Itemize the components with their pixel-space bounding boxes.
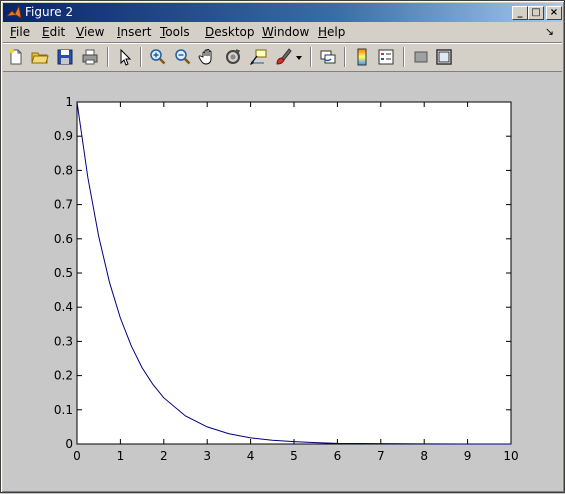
data-point xyxy=(272,440,273,441)
matlab-logo-icon xyxy=(6,5,22,19)
data-point xyxy=(98,236,99,237)
new-figure-icon[interactable] xyxy=(6,47,26,67)
pan-hand-icon[interactable] xyxy=(198,47,218,67)
x-tick-label: 2 xyxy=(160,449,168,463)
data-point xyxy=(152,384,153,385)
menu-file[interactable]: File xyxy=(10,25,30,39)
minimize-button[interactable]: _ xyxy=(512,6,528,20)
menu-dock-arrow-icon[interactable]: ↘ xyxy=(545,25,554,38)
data-point xyxy=(228,433,229,434)
menu-tools[interactable]: Tools xyxy=(160,25,190,39)
data-point xyxy=(87,177,88,178)
y-tick-label: 0.9 xyxy=(54,129,73,143)
open-file-icon[interactable] xyxy=(30,47,50,67)
x-tick-label: 10 xyxy=(503,449,518,463)
menu-view[interactable]: View xyxy=(76,25,104,39)
hide-plot-tools-icon[interactable] xyxy=(411,47,431,67)
link-plot-icon[interactable] xyxy=(318,47,338,67)
data-cursor-icon[interactable] xyxy=(248,47,268,67)
y-tick-label: 1 xyxy=(65,95,73,109)
data-point xyxy=(467,443,468,444)
figure-window: Figure 2 _ □ × File Edit View Insert Too… xyxy=(0,0,565,493)
toolbar-separator xyxy=(310,47,312,67)
title-bar[interactable]: Figure 2 _ □ × xyxy=(3,3,562,22)
y-tick-label: 0.7 xyxy=(54,198,73,212)
data-point xyxy=(510,443,511,444)
menu-edit[interactable]: Edit xyxy=(42,25,65,39)
x-tick-label: 5 xyxy=(290,449,298,463)
data-point xyxy=(76,101,77,102)
data-point xyxy=(337,443,338,444)
show-plot-tools-icon[interactable] xyxy=(434,47,454,67)
y-tick-label: 0.3 xyxy=(54,334,73,348)
data-point xyxy=(207,426,208,427)
plot-svg[interactable]: 0 1 2 3 4 5 6 7 8 9 10 0 0.1 0.2 0.3 0.4 0.5 0.6 0.7 0.8 0.9… xyxy=(3,72,562,491)
data-point xyxy=(109,282,110,283)
menu-window[interactable]: Window xyxy=(262,25,309,39)
y-tick-label: 0 xyxy=(65,437,73,451)
y-tick-label: 0.2 xyxy=(54,369,73,383)
data-point xyxy=(131,345,132,346)
x-tick-label: 4 xyxy=(247,449,255,463)
brush-icon[interactable] xyxy=(273,47,293,67)
y-tick-label: 0.4 xyxy=(54,300,73,314)
insert-legend-icon[interactable] xyxy=(376,47,396,67)
data-point xyxy=(424,443,425,444)
toolbar-separator xyxy=(344,47,346,67)
print-icon[interactable] xyxy=(80,47,100,67)
rotate-3d-icon[interactable] xyxy=(223,47,243,67)
x-tick-label: 1 xyxy=(117,449,125,463)
brush-dropdown-icon[interactable] xyxy=(294,47,304,67)
data-point xyxy=(142,367,143,368)
save-icon[interactable] xyxy=(55,47,75,67)
x-tick-label: 7 xyxy=(377,449,385,463)
data-point xyxy=(185,415,186,416)
menu-desktop[interactable]: Desktop xyxy=(205,25,255,39)
edit-plot-arrow-icon[interactable] xyxy=(115,47,135,67)
toolbar-separator xyxy=(107,47,109,67)
menu-insert[interactable]: Insert xyxy=(117,25,151,39)
data-point xyxy=(250,437,251,438)
insert-colorbar-icon[interactable] xyxy=(352,47,372,67)
window-title: Figure 2 xyxy=(25,5,74,19)
maximize-icon: □ xyxy=(531,7,541,18)
x-tick-label: 8 xyxy=(420,449,428,463)
data-point xyxy=(293,441,294,442)
figure-canvas: 0 1 2 3 4 5 6 7 8 9 10 0 0.1 0.2 0.3 0.4 0.5 0.6 0.7 0.8 0.9… xyxy=(3,71,562,491)
toolbar-separator xyxy=(140,47,142,67)
minimize-icon: _ xyxy=(517,7,523,18)
close-button[interactable]: × xyxy=(546,6,562,20)
x-tick-label: 6 xyxy=(334,449,342,463)
y-tick-label: 0.5 xyxy=(54,266,73,280)
maximize-button[interactable]: □ xyxy=(528,6,544,20)
y-tick-label: 0.8 xyxy=(54,163,73,177)
data-point xyxy=(315,442,316,443)
menu-help[interactable]: Help xyxy=(318,25,345,39)
data-point xyxy=(120,318,121,319)
data-point xyxy=(163,397,164,398)
data-point xyxy=(380,443,381,444)
y-tick-label: 0.1 xyxy=(54,403,73,417)
y-tick-label: 0.6 xyxy=(54,232,73,246)
figure-toolbar xyxy=(3,42,562,71)
close-icon: × xyxy=(549,7,559,18)
menu-bar: File Edit View Insert Tools Desktop Wind… xyxy=(3,23,562,42)
zoom-in-icon[interactable] xyxy=(148,47,168,67)
zoom-out-icon[interactable] xyxy=(173,47,193,67)
toolbar-separator xyxy=(403,47,405,67)
x-tick-label: 3 xyxy=(203,449,211,463)
x-tick-label: 0 xyxy=(73,449,81,463)
axes-box xyxy=(76,101,512,445)
x-tick-label: 9 xyxy=(464,449,472,463)
